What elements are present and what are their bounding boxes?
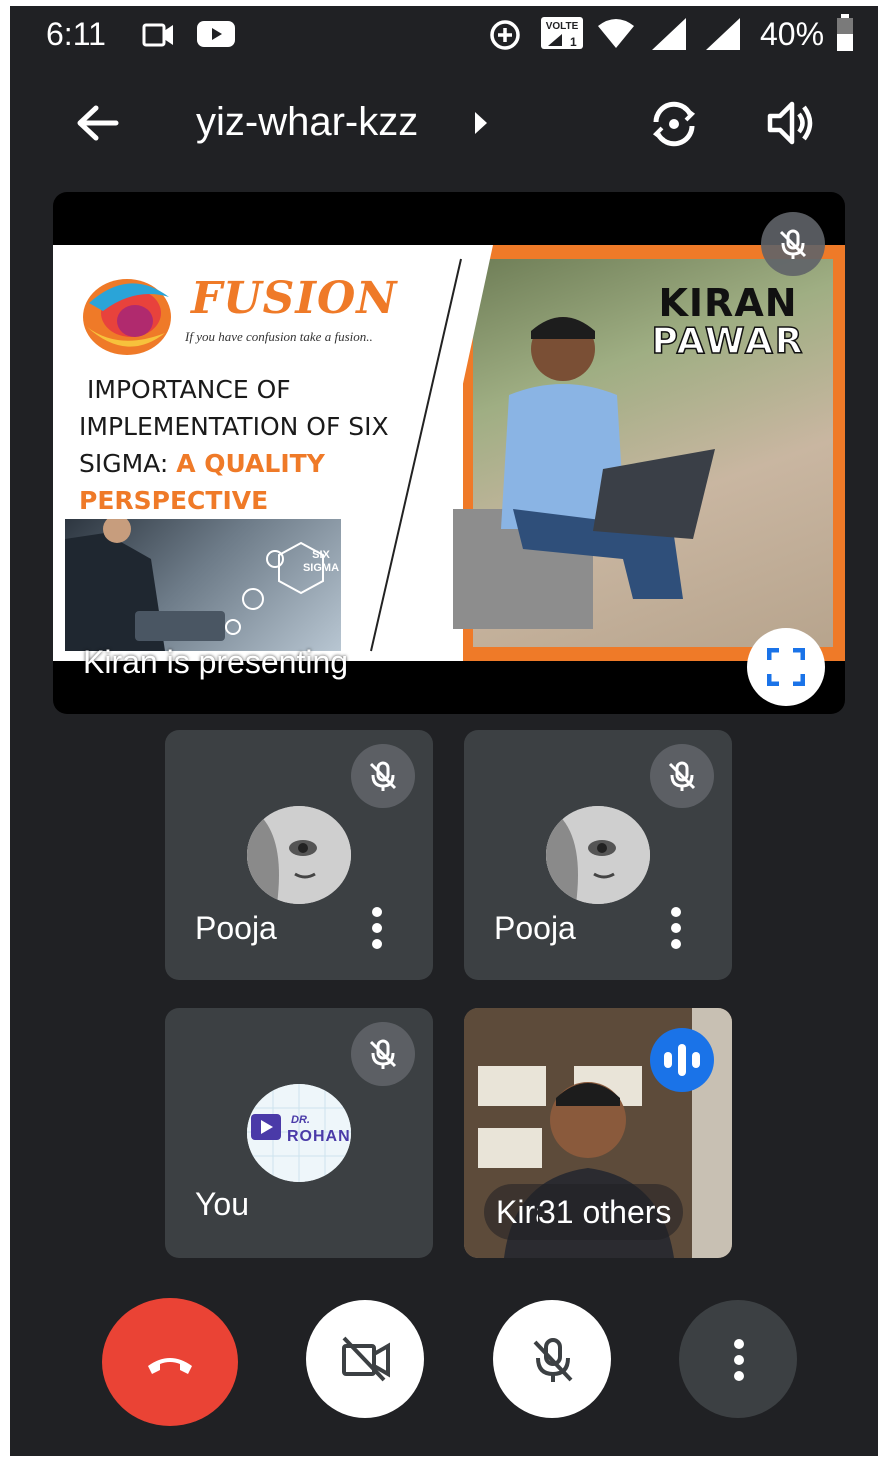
- self-avatar-line-1: DR.: [291, 1114, 310, 1126]
- battery-percent: 40%: [760, 16, 825, 52]
- six-sigma-badge: SIX SIGMA: [302, 549, 340, 574]
- participant-name-truncated: Kiran: [496, 1194, 538, 1230]
- fullscreen-button[interactable]: [747, 628, 825, 706]
- signal-icon-2: [704, 16, 744, 57]
- participant-name: Pooja: [195, 910, 277, 946]
- status-time: 6:11: [46, 16, 106, 52]
- fusion-logo-icon: [79, 273, 179, 364]
- presentation-tile[interactable]: FUSION If you have confusion take a fusi…: [53, 192, 845, 714]
- volume-icon: [766, 101, 816, 152]
- participant-mute-badge: [351, 744, 415, 808]
- avatar: [247, 806, 351, 904]
- youtube-icon: [196, 20, 236, 53]
- slide-tagline: If you have confusion take a fusion..: [185, 329, 373, 344]
- shared-slide: FUSION If you have confusion take a fusi…: [53, 245, 845, 661]
- slide-title-line-3: SIGMA: A QUALITY: [79, 445, 409, 482]
- others-chip[interactable]: Kiran31 others: [484, 1184, 684, 1240]
- presenter-mute-badge: [761, 212, 825, 276]
- meeting-app-bar: yiz-whar-kzz: [10, 76, 878, 176]
- caret-right-icon[interactable]: [472, 110, 490, 141]
- audio-level-icon: [650, 1044, 714, 1096]
- self-name: You: [195, 1186, 249, 1222]
- more-options-button[interactable]: [679, 1300, 797, 1418]
- signal-icon: [650, 16, 690, 57]
- switch-camera-icon: [646, 101, 702, 156]
- end-call-button[interactable]: [102, 1298, 238, 1426]
- switch-camera-button[interactable]: [646, 96, 702, 157]
- status-bar: 6:11 VOLTE 1 40%: [10, 6, 878, 62]
- speaking-indicator: [650, 1028, 714, 1092]
- others-count: 31 others: [538, 1194, 672, 1230]
- slide-presenter-first: KIRAN: [658, 281, 798, 325]
- volte-icon: VOLTE 1: [540, 16, 584, 55]
- back-button[interactable]: [72, 98, 122, 148]
- six-sigma-image: SIX SIGMA: [65, 519, 341, 651]
- slide-presenter-last: PAWAR: [651, 321, 805, 362]
- more-vert-icon: [365, 907, 389, 954]
- self-mute-badge: [351, 1022, 415, 1086]
- participant-more-button[interactable]: [664, 906, 688, 950]
- participant-more-button[interactable]: [365, 906, 389, 950]
- self-avatar: DR. ROHAN: [247, 1084, 351, 1182]
- slide-title-line-3-accent: A QUALITY: [176, 449, 325, 478]
- screen-record-icon: [142, 22, 176, 53]
- meeting-code[interactable]: yiz-whar-kzz: [196, 100, 418, 145]
- wifi-icon: [596, 18, 636, 55]
- participant-tile[interactable]: Pooja: [464, 730, 732, 980]
- avatar: [546, 806, 650, 904]
- slide-logo-text: FUSION: [191, 273, 398, 324]
- presenting-label: Kiran is presenting: [83, 644, 349, 680]
- participant-name: Pooja: [494, 910, 576, 946]
- self-avatar-line-2: ROHAN: [287, 1128, 351, 1145]
- more-vert-icon: [664, 907, 688, 954]
- participant-mute-badge: [650, 744, 714, 808]
- svg-text:VOLTE: VOLTE: [546, 21, 579, 32]
- slide-title: IMPORTANCE OF IMPLEMENTATION OF SIX SIGM…: [79, 371, 409, 519]
- slide-title-line-4: PERSPECTIVE: [79, 486, 269, 515]
- self-tile[interactable]: DR. ROHAN You: [165, 1008, 433, 1258]
- arrow-back-icon: [72, 105, 122, 152]
- toggle-camera-button[interactable]: [306, 1300, 424, 1418]
- slide-title-line-1: IMPORTANCE OF: [87, 375, 291, 404]
- meet-screen: 6:11 VOLTE 1 40% yiz-whar-kzz FUSION If …: [10, 6, 878, 1456]
- slide-presenter-name: KIRAN PAWAR: [633, 281, 823, 362]
- slide-title-line-3-prefix: SIGMA:: [79, 449, 177, 478]
- battery-icon: [836, 14, 854, 57]
- slide-title-line-2: IMPLEMENTATION OF SIX: [79, 412, 389, 441]
- svg-text:1: 1: [570, 35, 577, 49]
- toggle-mic-button[interactable]: [493, 1300, 611, 1418]
- participant-video-tile[interactable]: Kiran31 others: [464, 1008, 732, 1258]
- participant-tile[interactable]: Pooja: [165, 730, 433, 980]
- audio-output-button[interactable]: [766, 98, 816, 153]
- data-saver-icon: [488, 18, 522, 57]
